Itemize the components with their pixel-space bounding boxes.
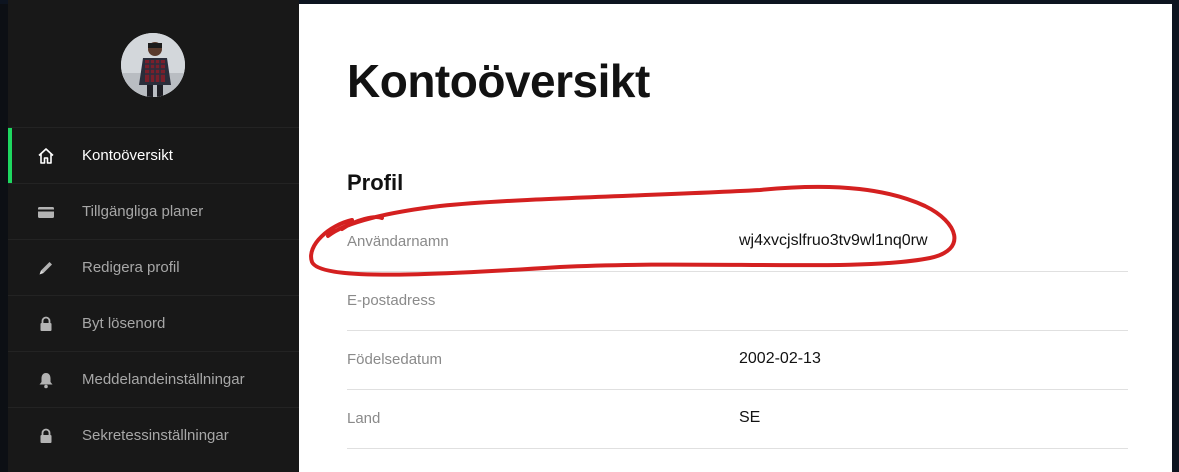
sidebar-item-byt-losenord[interactable]: Byt lösenord (8, 295, 299, 351)
row-value: SE (739, 409, 761, 426)
sidebar-item-redigera-profil[interactable]: Redigera profil (8, 239, 299, 295)
credit-card-icon (36, 202, 56, 222)
profile-row-country: Land SE (347, 390, 1128, 449)
window-frame-left (0, 0, 8, 472)
sidebar: Kontoöversikt Tillgängliga planer Redige… (8, 0, 299, 472)
sidebar-item-label: Tillgängliga planer (82, 203, 204, 220)
sidebar-item-kontooversikt[interactable]: Kontoöversikt (8, 127, 299, 184)
row-label: Land (347, 410, 381, 427)
section-title-profile: Profil (347, 170, 404, 195)
sidebar-item-label: Redigera profil (82, 259, 180, 276)
home-icon (36, 146, 56, 166)
bell-icon (36, 370, 56, 390)
profile-row-email: E-postadress (347, 272, 1128, 331)
avatar-photo (121, 33, 185, 97)
sidebar-item-label: Byt lösenord (82, 315, 166, 332)
sidebar-nav: Kontoöversikt Tillgängliga planer Redige… (8, 127, 299, 463)
page-title: Kontoöversikt (347, 55, 650, 107)
lock-icon (36, 426, 56, 446)
row-value: wj4xvcjslfruo3tv9wl1nq0rw (739, 232, 928, 249)
main-content: Kontoöversikt Profil Användarnamn wj4xvc… (299, 4, 1172, 472)
profile-table: Användarnamn wj4xvcjslfruo3tv9wl1nq0rw E… (347, 213, 1128, 449)
avatar[interactable] (121, 33, 185, 97)
active-indicator (8, 128, 12, 184)
row-label: E-postadress (347, 292, 436, 309)
profile-row-username: Användarnamn wj4xvcjslfruo3tv9wl1nq0rw (347, 213, 1128, 272)
pencil-icon (36, 258, 56, 278)
sidebar-item-sekretessinstallningar[interactable]: Sekretessinställningar (8, 407, 299, 463)
sidebar-item-meddelandeinstallningar[interactable]: Meddelandeinställningar (8, 351, 299, 407)
sidebar-item-label: Sekretessinställningar (82, 427, 229, 444)
row-label: Födelsedatum (347, 351, 443, 368)
row-label: Användarnamn (347, 233, 449, 250)
window-frame-right (1172, 0, 1179, 472)
lock-icon (36, 314, 56, 334)
profile-row-birthdate: Födelsedatum 2002-02-13 (347, 331, 1128, 390)
row-value: 2002-02-13 (739, 350, 821, 367)
sidebar-item-label: Meddelandeinställningar (82, 371, 245, 388)
sidebar-item-label: Kontoöversikt (82, 147, 173, 164)
sidebar-item-tillgangliga-planer[interactable]: Tillgängliga planer (8, 183, 299, 239)
